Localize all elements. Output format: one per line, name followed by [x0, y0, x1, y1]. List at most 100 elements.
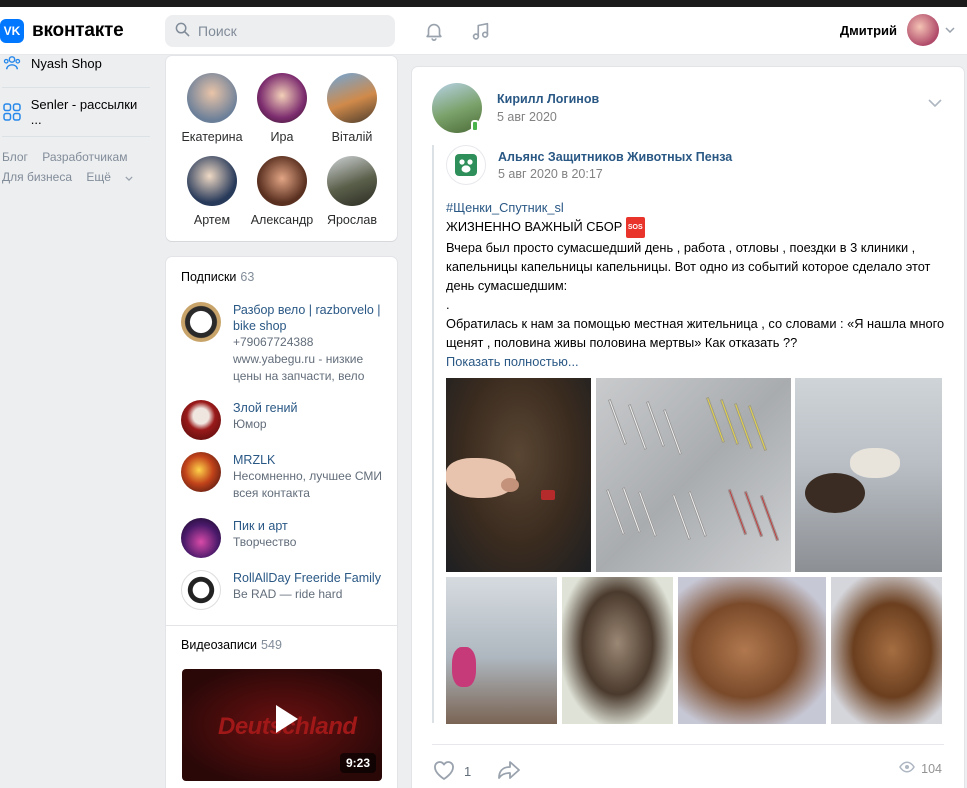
friend-name: Ярослав	[326, 213, 378, 227]
friend-name: Ира	[270, 130, 294, 144]
subscription-desc: Be RAD — ride hard	[233, 587, 343, 601]
sos-emoji: SOS	[625, 217, 645, 238]
show-more-link[interactable]: Показать полностью...	[446, 352, 951, 371]
repost-date[interactable]: 5 авг 2020 в 20:17	[498, 167, 603, 181]
post-photo[interactable]	[795, 378, 942, 572]
header: VK вконтакте Поиск Дмитрий	[0, 7, 967, 55]
divider	[2, 136, 150, 137]
paw-icon	[455, 154, 477, 176]
post-paragraph: Вчера был просто сумасшедший день , рабо…	[446, 240, 931, 293]
user-name: Дмитрий	[839, 22, 897, 38]
subscriptions-header[interactable]: Подписки 63	[181, 270, 254, 284]
subscription-item[interactable]: Разбор вело | razborvelo | bike shop +79…	[181, 302, 388, 385]
video-thumbnail[interactable]: Deutschland 9:23	[182, 669, 382, 781]
friend-item[interactable]: Екатерина	[178, 73, 246, 144]
vk-logo[interactable]: VK вконтакте	[0, 19, 124, 43]
repost-line	[432, 145, 434, 723]
friend-name: Александр	[250, 213, 314, 227]
subscription-desc: Юмор	[233, 417, 267, 431]
avatar	[187, 73, 237, 123]
subscription-item[interactable]: MRZLK Несомненно, лучшее СМИ всея контак…	[181, 452, 388, 502]
sidebar-item-senler[interactable]: Senler - рассылки ...	[0, 97, 150, 127]
footer-links: Блог Разработчикам Для бизнеса Ещё	[0, 147, 150, 187]
subscription-item[interactable]: Злой гений Юмор	[181, 400, 298, 440]
friend-item[interactable]: Александр	[248, 156, 316, 227]
post-photo[interactable]	[446, 378, 591, 572]
post-photo[interactable]	[831, 577, 942, 724]
avatar	[181, 518, 221, 558]
chevron-down-icon	[945, 25, 955, 36]
vk-logo-text: вконтакте	[32, 20, 124, 41]
post-text: #Щенки_Спутник_sl ЖИЗНЕННО ВАЖНЫЙ СБОР S…	[446, 198, 951, 371]
videos-count: 549	[261, 638, 282, 652]
post-date[interactable]: 5 авг 2020	[497, 110, 557, 124]
post-photo[interactable]	[596, 378, 791, 572]
friend-item[interactable]: Віталій	[318, 73, 386, 144]
avatar	[327, 156, 377, 206]
post-photo[interactable]	[678, 577, 826, 724]
share-icon	[496, 761, 522, 784]
subscription-item[interactable]: RollAllDay Freeride Family Be RAD — ride…	[181, 570, 381, 610]
heart-icon	[432, 759, 456, 784]
avatar	[257, 73, 307, 123]
divider	[432, 744, 944, 745]
avatar	[181, 400, 221, 440]
repost-author[interactable]: Альянс Защитников Животных Пенза	[498, 150, 732, 164]
views-count: 104	[921, 761, 942, 776]
video-duration: 9:23	[339, 753, 376, 773]
wall-post: Кирилл Логинов 5 авг 2020 Альянс Защитни…	[412, 67, 964, 788]
music-icon[interactable]	[469, 19, 493, 43]
subscription-name: RollAllDay Freeride Family	[233, 571, 381, 585]
sidebar-item-label: Senler - рассылки ...	[30, 97, 138, 127]
top-strip	[0, 0, 967, 7]
avatar	[187, 156, 237, 206]
eye-icon	[899, 761, 915, 776]
play-icon	[260, 695, 308, 743]
like-button[interactable]: 1	[432, 759, 471, 784]
post-dot: .	[446, 297, 450, 312]
apps-icon	[2, 102, 22, 122]
chevron-down-icon	[125, 176, 133, 181]
avatar	[327, 73, 377, 123]
friend-name: Екатерина	[181, 130, 243, 144]
post-photo[interactable]	[562, 577, 673, 724]
avatar[interactable]	[446, 145, 486, 185]
subscriptions-block: Подписки 63 Разбор вело | razborvelo | bi…	[166, 257, 397, 652]
sidebar-item-nyash-shop[interactable]: Nyash Shop	[0, 49, 150, 77]
videos-block: Видеозаписи 549 Deutschland 9:23	[166, 626, 397, 788]
videos-header[interactable]: Видеозаписи 549	[181, 638, 282, 652]
subscription-desc: Несомненно, лучшее СМИ всея контакта	[233, 469, 383, 500]
sidebar-item-label: Nyash Shop	[31, 55, 102, 71]
chevron-down-icon[interactable]	[928, 95, 942, 110]
bell-icon[interactable]	[422, 19, 446, 43]
hashtag[interactable]: #Щенки_Спутник_sl	[446, 198, 951, 217]
post-line: ЖИЗНЕННО ВАЖНЫЙ СБОР	[446, 219, 623, 234]
post-author[interactable]: Кирилл Логинов	[497, 92, 599, 106]
users-icon	[2, 53, 22, 73]
friend-name: Артем	[193, 213, 231, 227]
friend-item[interactable]: Ира	[248, 73, 316, 144]
link-developers[interactable]: Разработчикам	[42, 150, 127, 164]
post-paragraph: Обратилась к нам за помощью местная жите…	[446, 316, 945, 350]
search-icon	[175, 22, 190, 40]
link-more[interactable]: Ещё	[86, 170, 133, 184]
friend-name: Віталій	[331, 130, 373, 144]
search-input[interactable]: Поиск	[165, 15, 395, 47]
online-mobile-icon	[471, 120, 479, 132]
link-business[interactable]: Для бизнеса	[2, 170, 72, 184]
subscriptions-count: 63	[240, 270, 255, 284]
avatar	[181, 452, 221, 492]
subscription-desc: Творчество	[233, 535, 297, 549]
post-photo[interactable]	[446, 577, 557, 724]
avatar	[907, 14, 939, 46]
user-menu[interactable]: Дмитрий	[840, 14, 955, 46]
avatar	[181, 302, 221, 342]
friend-item[interactable]: Ярослав	[318, 156, 386, 227]
subscription-item[interactable]: Пик и арт Творчество	[181, 518, 296, 558]
link-blog[interactable]: Блог	[2, 150, 28, 164]
divider	[2, 87, 150, 88]
share-button[interactable]	[496, 759, 522, 784]
friend-item[interactable]: Артем	[178, 156, 246, 227]
subscription-name: Разбор вело | razborvelo | bike shop	[233, 303, 381, 333]
search-placeholder: Поиск	[198, 23, 237, 39]
